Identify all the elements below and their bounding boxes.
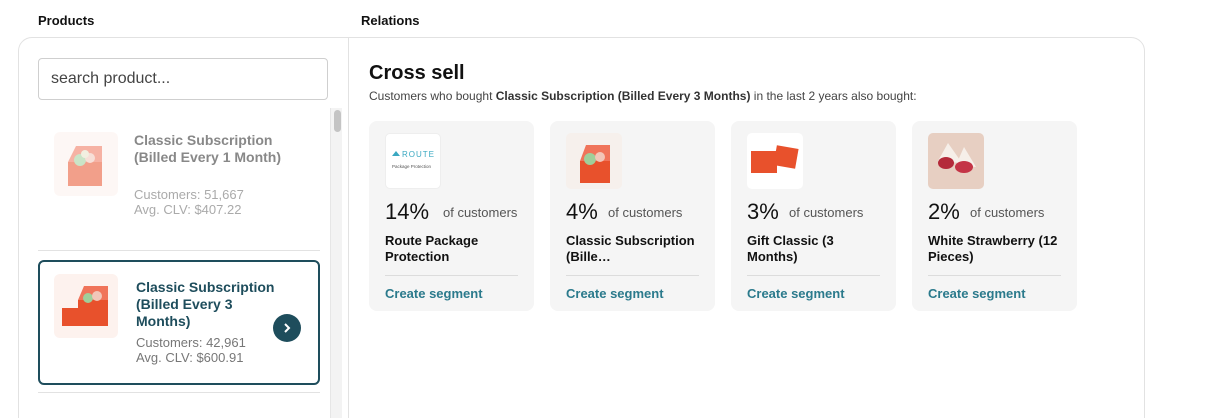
card-divider (385, 275, 518, 276)
percentage-label: of customers (789, 205, 864, 220)
product-clv: Avg. CLV: $600.91 (136, 350, 244, 365)
subtitle-suffix: in the last 2 years also bought: (750, 89, 917, 103)
card-product-name: Classic Subscription (Bille… (566, 233, 695, 264)
cross-sell-card: ROUTE Package Protection 14% of customer… (369, 121, 534, 311)
product-customers: Customers: 42,961 (136, 335, 246, 350)
percentage-label: of customers (608, 205, 683, 220)
cross-sell-card: 3% of customers Gift Classic (3 Months) … (731, 121, 896, 311)
main-panel: Classic Subscription (Billed Every 1 Mon… (18, 37, 1145, 418)
product-meta: Customers: 42,961 Avg. CLV: $600.91 (136, 335, 246, 365)
create-segment-link[interactable]: Create segment (747, 286, 845, 301)
percentage-label: of customers (970, 205, 1045, 220)
route-logo-text: ROUTE (402, 150, 435, 159)
card-divider (747, 275, 880, 276)
scrollbar-thumb[interactable] (334, 110, 341, 132)
relations-title: Cross sell (369, 62, 465, 84)
product-thumbnail (54, 132, 118, 196)
product-customers: Customers: 51,667 (134, 187, 244, 202)
card-product-name: White Strawberry (12 Pieces) (928, 233, 1058, 264)
product-clv: Avg. CLV: $407.22 (134, 202, 242, 217)
create-segment-link[interactable]: Create segment (385, 286, 483, 301)
subtitle-prefix: Customers who bought (369, 89, 496, 103)
product-image (747, 133, 803, 189)
create-segment-link[interactable]: Create segment (928, 286, 1026, 301)
card-divider (566, 275, 699, 276)
route-logo-subtext: Package Protection (392, 164, 432, 169)
product-list-scrollbar[interactable] (330, 108, 342, 418)
product-list-item[interactable]: Classic Subscription (Billed Every 1 Mon… (38, 120, 320, 248)
list-divider (38, 392, 320, 393)
percentage-value: 4% (566, 199, 598, 224)
percentage-label: of customers (443, 205, 518, 220)
card-divider (928, 275, 1061, 276)
cross-sell-card: 4% of customers Classic Subscription (Bi… (550, 121, 715, 311)
subtitle-product: Classic Subscription (Billed Every 3 Mon… (495, 89, 751, 103)
card-product-name: Route Package Protection (385, 233, 479, 264)
product-thumbnail (54, 274, 118, 338)
relations-subtitle: Customers who bought Classic Subscriptio… (369, 89, 917, 103)
create-segment-link[interactable]: Create segment (566, 286, 664, 301)
product-meta: Customers: 51,667 Avg. CLV: $407.22 (134, 187, 244, 217)
chevron-right-icon[interactable] (273, 314, 301, 342)
relations-column-label: Relations (361, 13, 420, 28)
product-list-item-selected[interactable]: Classic Subscription (Billed Every 3 Mon… (38, 260, 320, 385)
product-name: Classic Subscription (Billed Every 1 Mon… (134, 132, 282, 165)
column-divider (348, 38, 349, 418)
percentage-value: 14% (385, 199, 430, 224)
route-logo: ROUTE Package Protection (385, 133, 441, 189)
percentage-value: 2% (928, 199, 960, 224)
product-image (928, 133, 984, 189)
percentage-value: 3% (747, 199, 779, 224)
products-column-label: Products (38, 13, 95, 28)
cross-sell-card: 2% of customers White Strawberry (12 Pie… (912, 121, 1077, 311)
product-name: Classic Subscription (Billed Every 3 Mon… (136, 279, 275, 329)
search-input[interactable] (38, 58, 328, 100)
product-image (566, 133, 622, 189)
list-divider (38, 250, 320, 251)
card-product-name: Gift Classic (3 Months) (747, 233, 834, 264)
